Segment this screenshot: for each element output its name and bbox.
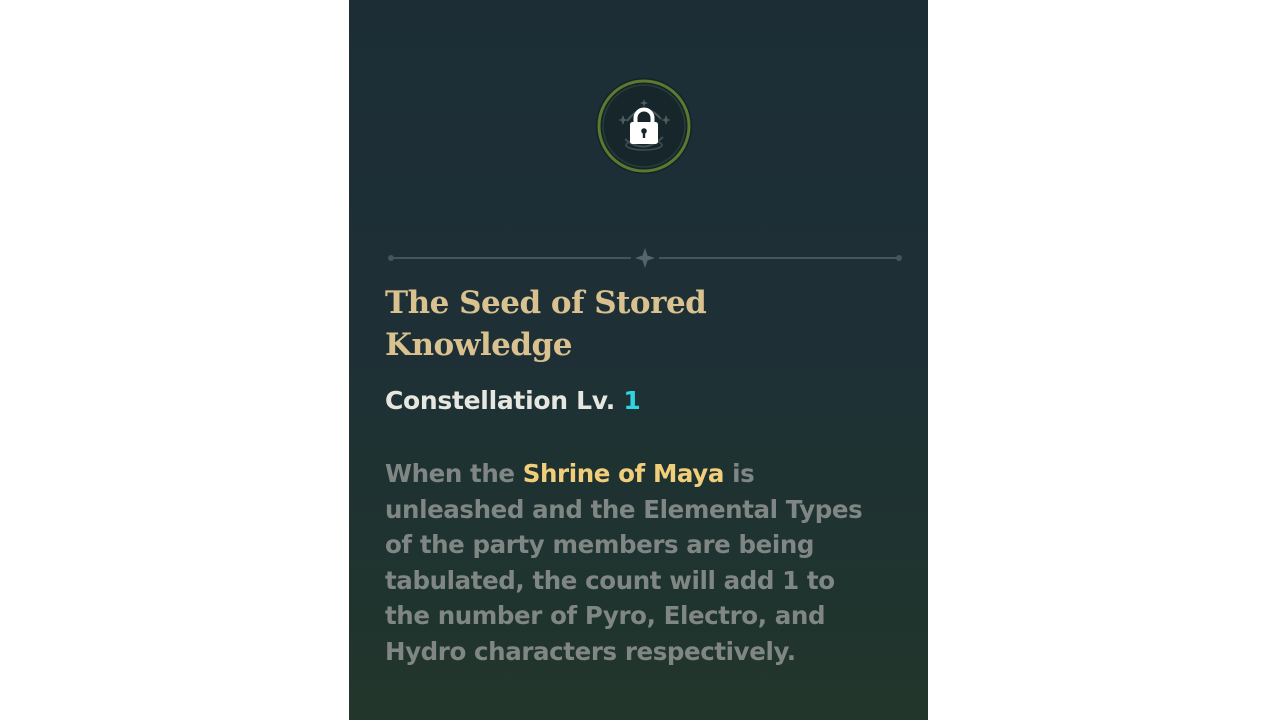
screen: The Seed of Stored Knowledge Constellati… <box>0 0 1280 720</box>
constellation-title: The Seed of Stored Knowledge <box>385 285 707 363</box>
constellation-level: Constellation Lv. 1 <box>385 384 641 418</box>
lock-icon <box>630 107 658 144</box>
description-text-end: is unleashed and the Elemental Types of … <box>385 459 863 666</box>
constellation-level-label: Constellation Lv. <box>385 386 615 415</box>
divider-ornament-icon <box>388 248 902 268</box>
section-divider <box>385 248 905 268</box>
description-text-start: When the <box>385 459 523 488</box>
constellation-description: When the Shrine of Maya is unleashed and… <box>385 456 885 669</box>
constellation-locked-badge[interactable] <box>597 79 691 173</box>
constellation-level-value: 1 <box>623 386 641 415</box>
constellation-detail-panel: The Seed of Stored Knowledge Constellati… <box>349 0 928 720</box>
description-highlight-skill: Shrine of Maya <box>522 459 725 488</box>
